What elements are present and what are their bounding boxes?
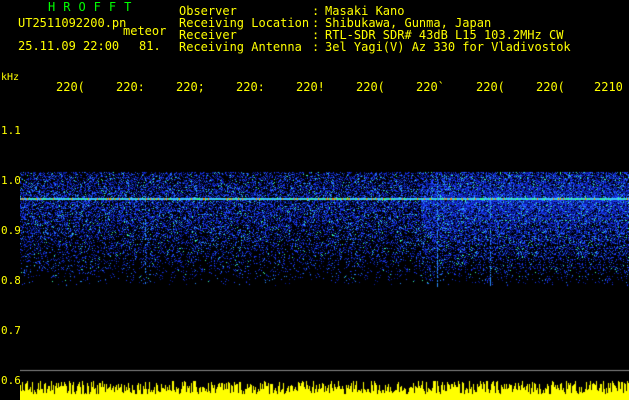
time-tick-label: 220( [356,80,384,94]
time-tick-label: 2210 [594,80,622,94]
time-tick-label: 220: [116,80,144,94]
frequency-tick-label: 0.9 [1,224,21,237]
frequency-tick-label: 0.6 [1,374,21,387]
frequency-unit-label: kHz [1,72,20,83]
meteor-label: meteor [123,24,167,38]
time-tick-label: 220! [296,80,324,94]
spectrogram-plot [20,97,629,400]
datetime-label: 25.11.09 22:00 [18,39,120,53]
time-tick-label: 220; [176,80,204,94]
antenna-value: 3el Yagi(V) Az 330 for Vladivostok [325,40,571,54]
app-title: HROFFT [48,0,140,14]
filename-label: UT2511092200.pn [18,16,127,30]
antenna-label: Receiving Antenna [179,40,302,54]
time-tick-label: 220: [236,80,264,94]
meteor-count: 81. [139,39,161,53]
antenna-separator: : [312,40,320,54]
time-tick-label: 220( [536,80,564,94]
time-tick-label: 220` [416,80,444,94]
frequency-tick-label: 1.0 [1,174,21,187]
time-tick-label: 220( [56,80,84,94]
frequency-tick-label: 0.7 [1,324,21,337]
time-tick-label: 220( [476,80,504,94]
frequency-tick-label: 1.1 [1,124,21,137]
frequency-tick-label: 0.8 [1,274,21,287]
